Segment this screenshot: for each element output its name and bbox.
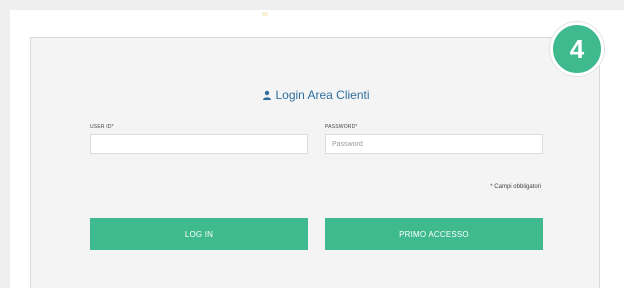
decorative-dot [262,12,268,16]
first-access-button[interactable]: PRIMO ACCESSO [325,218,543,250]
password-input[interactable] [325,134,543,154]
login-panel: Login Area Clienti USER ID* PASSWORD* * … [30,37,600,288]
step-badge: 4 [550,22,604,76]
page: Login Area Clienti USER ID* PASSWORD* * … [0,0,624,288]
user-id-input[interactable] [90,134,308,154]
password-label: PASSWORD* [325,124,358,130]
user-icon [262,90,272,100]
login-title: Login Area Clienti [31,88,601,102]
required-fields-note: * Campi obbligatori [490,184,541,190]
login-title-text: Login Area Clienti [275,88,370,102]
user-id-label: USER ID* [90,124,114,130]
login-button[interactable]: LOG IN [90,218,308,250]
